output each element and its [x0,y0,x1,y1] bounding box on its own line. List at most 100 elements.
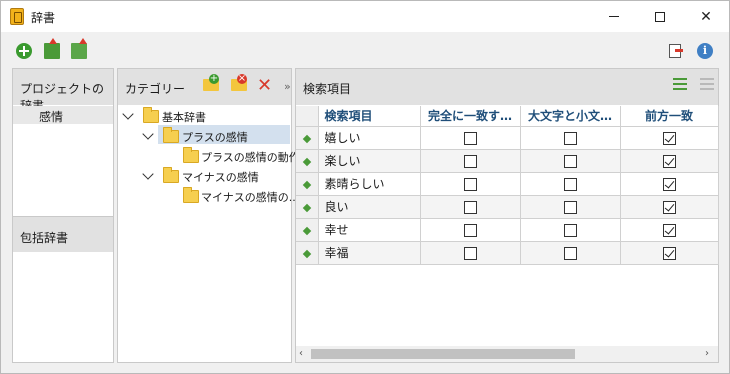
exact-checkbox-cell [420,172,521,196]
row-marker-header [296,106,319,127]
toolbar: i [1,32,729,68]
column-header-exact-match[interactable]: 完全に一致す… [420,106,521,127]
chevron-down-icon[interactable] [142,128,154,140]
collapse-panel-icon[interactable]: » [284,80,291,93]
dictionary-list-panel: プロジェクトの辞書 感情 包括辞書 [12,68,114,363]
project-dictionary-header[interactable]: プロジェクトの辞書 [13,69,113,113]
project-dictionary-item[interactable]: 感情 [13,106,113,124]
export-icon[interactable] [44,38,60,59]
folder-icon [163,127,179,143]
prefix-checkbox[interactable] [662,223,676,237]
add-folder-icon[interactable] [203,74,219,91]
delete-icon[interactable]: ✕ [257,75,272,96]
close-button[interactable]: ✕ [683,1,729,32]
table-row[interactable]: 良い [296,195,719,219]
table-row[interactable]: 楽しい [296,149,719,173]
scroll-right-icon[interactable]: › [705,348,709,359]
case-checkbox[interactable] [563,223,577,237]
tree-item-label: 基本辞書 [162,111,206,124]
case-checkbox-cell [520,149,621,173]
prefix-checkbox-cell [620,172,719,196]
term-cell[interactable]: 良い [318,195,421,219]
term-cell[interactable]: 楽しい [318,149,421,173]
exact-checkbox-cell [420,126,521,150]
tree-item-label: プラスの感情の動作 [201,151,300,164]
folder-icon [183,187,199,203]
row-marker [296,172,319,196]
prefix-checkbox[interactable] [662,177,676,191]
row-marker [296,241,319,265]
case-checkbox-cell [520,195,621,219]
table-row[interactable]: 幸福 [296,241,719,265]
diamond-icon [302,157,311,166]
minimize-button[interactable] [591,1,637,32]
prefix-checkbox[interactable] [662,200,676,214]
tree-item-label: プラスの感情 [182,131,248,144]
category-header: カテゴリー ✕ » [118,69,291,105]
prefix-checkbox-cell [620,195,719,219]
column-header-case-sensitive[interactable]: 大文字と小文… [520,106,621,127]
prefix-checkbox[interactable] [662,154,676,168]
tree-item-positive-emotion-action[interactable]: プラスの感情の動作 [118,146,300,165]
chevron-down-icon[interactable] [142,168,154,180]
add-term-icon[interactable] [673,78,687,94]
horizontal-scrollbar[interactable]: ‹ › [296,346,718,362]
exit-icon[interactable] [669,44,683,58]
case-checkbox[interactable] [563,154,577,168]
remove-folder-icon[interactable] [231,74,247,91]
row-marker [296,218,319,242]
case-checkbox[interactable] [563,246,577,260]
chevron-down-icon[interactable] [122,108,134,120]
table-header-row: 検索項目 完全に一致す… 大文字と小文… 前方一致 [296,106,719,127]
table-row[interactable]: 嬉しい [296,126,719,150]
close-icon: ✕ [700,8,712,25]
remove-term-icon[interactable] [700,78,714,94]
term-cell[interactable]: 嬉しい [318,126,421,150]
search-terms-table: 検索項目 完全に一致す… 大文字と小文… 前方一致 嬉しい 楽しい 素晴らしい 良い幸… [296,106,719,265]
scroll-left-icon[interactable]: ‹ [299,348,303,359]
exact-checkbox-cell [420,241,521,265]
exact-checkbox[interactable] [463,154,477,168]
term-cell[interactable]: 幸福 [318,241,421,265]
prefix-checkbox[interactable] [662,131,676,145]
case-checkbox-cell [520,218,621,242]
case-checkbox[interactable] [563,200,577,214]
term-cell[interactable]: 幸せ [318,218,421,242]
folder-icon [183,147,199,163]
search-terms-panel: 検索項目 検索項目 完全に一致す… 大文字と小文… 前方一致 嬉しい 楽しい 素晴ら… [295,68,719,363]
prefix-checkbox-cell [620,126,719,150]
search-terms-title: 検索項目 [303,82,352,96]
tree-item-basic-dictionary[interactable]: 基本辞書 [118,106,291,125]
diamond-icon [302,180,311,189]
add-icon[interactable] [16,43,32,59]
exact-checkbox[interactable] [463,177,477,191]
scrollbar-thumb[interactable] [311,349,575,359]
table-row[interactable]: 素晴らしい [296,172,719,196]
column-header-term[interactable]: 検索項目 [318,106,421,127]
tree-item-positive-emotion[interactable]: プラスの感情 [118,126,291,145]
case-checkbox-cell [520,126,621,150]
tree-item-negative-emotion-sub[interactable]: マイナスの感情の... [118,186,299,205]
title-bar: 辞書 ✕ [1,1,729,32]
exact-checkbox[interactable] [463,223,477,237]
dictionary-window: 辞書 ✕ i プロジェクトの辞書 感情 包括辞書 カテゴリー ✕ » 基本辞書 [0,0,730,374]
maximize-button[interactable] [637,1,683,32]
exact-checkbox[interactable] [463,246,477,260]
exact-checkbox-cell [420,149,521,173]
info-icon[interactable]: i [697,43,713,59]
prefix-checkbox-cell [620,149,719,173]
folder-icon [143,107,159,123]
global-dictionary-header[interactable]: 包括辞書 [13,216,113,252]
tree-item-negative-emotion[interactable]: マイナスの感情 [118,166,291,185]
case-checkbox[interactable] [563,177,577,191]
import-icon[interactable] [71,38,87,59]
term-cell[interactable]: 素晴らしい [318,172,421,196]
window-title: 辞書 [31,11,56,25]
prefix-checkbox[interactable] [662,246,676,260]
minimize-icon [609,16,619,17]
column-header-prefix-match[interactable]: 前方一致 [620,106,719,127]
exact-checkbox[interactable] [463,200,477,214]
exact-checkbox[interactable] [463,131,477,145]
case-checkbox[interactable] [563,131,577,145]
table-row[interactable]: 幸せ [296,218,719,242]
